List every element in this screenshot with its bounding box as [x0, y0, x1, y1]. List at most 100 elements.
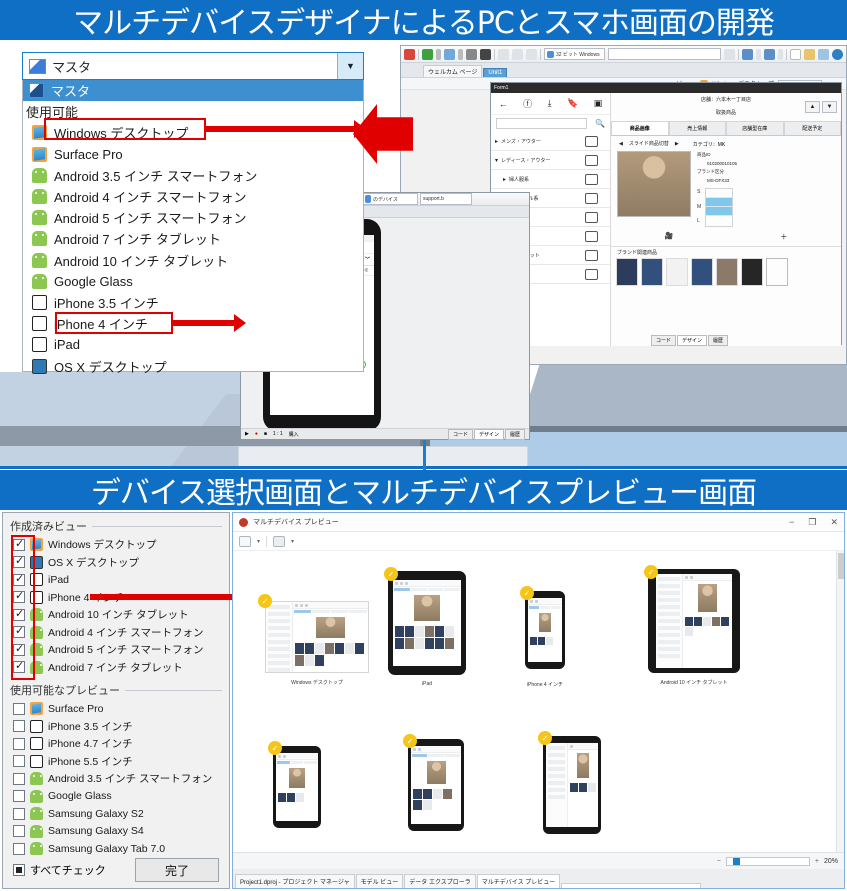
dropdown-item-android-4[interactable]: Android 4 インチ スマートフォン — [23, 186, 363, 207]
search-icon[interactable]: 🔍 — [595, 119, 610, 128]
available-row-android-35[interactable]: Android 3.5 インチ スマートフォン — [3, 770, 229, 788]
chevron-down-icon[interactable]: ▾ — [291, 538, 294, 545]
run-dropdown-icon[interactable] — [436, 49, 441, 60]
created-row-android-5[interactable]: Android 5 インチ スマートフォン — [3, 641, 229, 659]
form-icon-row[interactable]: ← ⓕ ⤓ 🔖 ▣ — [491, 93, 610, 115]
bookmark-icon[interactable]: 🔖 — [567, 98, 578, 109]
related-item[interactable] — [616, 258, 638, 286]
mobile-code-design-tabs[interactable]: コード デザイン 履歴 — [448, 429, 525, 440]
maximize-icon[interactable]: ❐ — [808, 517, 816, 528]
checkbox[interactable] — [13, 703, 25, 715]
spin-up-icon[interactable]: ▲ — [805, 101, 820, 113]
category-row[interactable]: ▾ レディース・アウター — [491, 151, 610, 170]
ide-tab-bar[interactable]: ウェルカム ページ Unit1 — [401, 63, 846, 78]
nav-forward-dropdown-icon[interactable] — [778, 49, 783, 60]
tab-unit1[interactable]: Unit1 — [483, 68, 507, 77]
dropdown-item-android-5[interactable]: Android 5 インチ スマートフォン — [23, 207, 363, 228]
tab-project-manager[interactable]: Project1.dproj - プロジェクト マネージャ — [235, 874, 355, 888]
tab-welcome-page[interactable]: ウェルカム ページ — [423, 65, 482, 77]
preview-device-ipad[interactable]: ✓ iPad — [388, 571, 466, 675]
created-row-android-10-tablet[interactable]: Android 10 インチ タブレット — [3, 606, 229, 624]
tab-design[interactable]: デザイン — [474, 429, 504, 440]
dropdown-item-android-7-tablet[interactable]: Android 7 インチ タブレット — [23, 228, 363, 249]
available-row-galaxy-tab-70[interactable]: Samsung Galaxy Tab 7.0 — [3, 840, 229, 858]
created-row-windows-desktop[interactable]: Windows デスクトップ — [3, 536, 229, 554]
step-out-icon[interactable] — [526, 49, 537, 60]
chevron-down-icon[interactable]: ▾ — [257, 538, 260, 545]
code-design-tabs[interactable]: コード デザイン 履歴 — [611, 335, 728, 346]
available-row-iphone-47[interactable]: iPhone 4.7 インチ — [3, 735, 229, 753]
tab-design[interactable]: デザイン — [677, 335, 707, 346]
dropdown-item-osx-desktop[interactable]: OS X デスクトップ — [23, 355, 363, 376]
tab-delivery[interactable]: 配送予定 — [784, 121, 842, 135]
tab-data-explorer[interactable]: データ エクスプローラ — [404, 874, 476, 888]
form-search-input[interactable] — [496, 118, 587, 129]
layout-icon[interactable] — [273, 536, 285, 547]
close-icon[interactable]: ✕ — [830, 517, 838, 528]
tab-sales-info[interactable]: 売上情報 — [669, 121, 727, 135]
new-file-icon[interactable] — [790, 49, 801, 60]
tab-history[interactable]: 履歴 — [505, 429, 525, 440]
checkbox[interactable] — [13, 720, 25, 732]
zoom-control[interactable]: − + 20% — [717, 857, 838, 866]
ide-toolbar[interactable]: 32 ビット Windows — [401, 46, 846, 63]
dropdown-item-master[interactable]: マスタ — [23, 80, 363, 101]
run-options-dropdown-icon[interactable] — [458, 49, 463, 60]
tab-multidevice-preview[interactable]: マルチデバイス プレビュー — [477, 874, 561, 888]
created-row-ipad[interactable]: iPad — [3, 571, 229, 589]
dropdown-item-android-35[interactable]: Android 3.5 インチ スマートフォン — [23, 165, 363, 186]
tab-product-image[interactable]: 商品画像 — [611, 121, 669, 135]
checkbox-tristate[interactable] — [13, 864, 25, 876]
window-controls[interactable]: − ❐ ✕ — [789, 517, 838, 528]
related-strip[interactable] — [611, 258, 841, 286]
check-all-control[interactable]: すべてチェック — [13, 862, 106, 878]
back-arrow-icon[interactable]: ← — [499, 99, 508, 109]
preview-device-android-10-tablet[interactable]: ✓ — [648, 569, 740, 673]
checkbox[interactable] — [13, 773, 25, 785]
media-row[interactable]: 🎥 ＋ — [611, 229, 841, 246]
form-search-row[interactable]: 🔍 — [491, 115, 610, 132]
dropdown-item-surface-pro[interactable]: Surface Pro — [23, 144, 363, 165]
dropdown-item-ipad[interactable]: iPad — [23, 334, 363, 355]
created-row-osx-desktop[interactable]: OS X デスクトップ — [3, 554, 229, 572]
preview-device-windows-desktop[interactable]: ✓ Windows — [265, 601, 369, 673]
available-row-google-glass[interactable]: Google Glass — [3, 788, 229, 806]
video-icon[interactable]: 🎥 — [665, 232, 674, 242]
pause-icon[interactable] — [466, 49, 477, 60]
preview-toolbar[interactable]: ▾ ▾ — [233, 532, 844, 551]
checkbox[interactable] — [13, 755, 25, 767]
slide-switch-row[interactable]: ◀ スライド商品切替 ▶ — [611, 136, 679, 149]
zoom-in-icon[interactable]: + — [815, 858, 819, 865]
dropdown-item-android-10-tablet[interactable]: Android 10 インチ タブレット — [23, 250, 363, 271]
category-row[interactable]: ▸ 婦人服系 — [491, 170, 610, 189]
spin-buttons[interactable]: ▲ ▼ — [805, 101, 837, 113]
form-tab-row[interactable]: 商品画像 売上情報 店舗型在庫 配送予定 — [611, 121, 841, 136]
device-target-combo[interactable]: のデバイス — [362, 193, 418, 205]
available-row-iphone-35[interactable]: iPhone 3.5 インチ — [3, 718, 229, 736]
checkbox[interactable] — [13, 843, 25, 855]
chevron-down-icon[interactable]: ﹀ — [365, 256, 370, 263]
zoom-slider-thumb[interactable] — [733, 858, 740, 865]
related-item[interactable] — [666, 258, 688, 286]
step-over-icon[interactable] — [498, 49, 509, 60]
related-item[interactable] — [641, 258, 663, 286]
created-row-android-7-tablet[interactable]: Android 7 インチ タブレット — [3, 659, 229, 677]
checkbox[interactable] — [13, 808, 25, 820]
play-icon[interactable]: ▶ — [245, 431, 249, 437]
preview-device-row2-1[interactable]: ✓ — [273, 746, 321, 828]
tab-store-stock[interactable]: 店舗型在庫 — [726, 121, 784, 135]
related-item[interactable] — [741, 258, 763, 286]
tab-code[interactable]: コード — [651, 335, 676, 346]
record-icon[interactable]: ● — [255, 431, 258, 437]
dropdown-item-iphone-35[interactable]: iPhone 3.5 インチ — [23, 292, 363, 313]
checkbox[interactable] — [13, 825, 25, 837]
preview-device-row2-2[interactable]: ✓ — [408, 739, 464, 831]
info-icon[interactable]: ⓕ — [523, 97, 532, 110]
available-row-surface-pro[interactable]: Surface Pro — [3, 700, 229, 718]
nav-forward-icon[interactable] — [764, 49, 775, 60]
add-device-icon[interactable] — [239, 536, 251, 547]
help-icon[interactable] — [832, 49, 843, 60]
zoom-out-icon[interactable]: − — [717, 858, 721, 865]
related-item-more[interactable] — [766, 258, 788, 286]
nav-back-dropdown-icon[interactable] — [756, 49, 761, 60]
